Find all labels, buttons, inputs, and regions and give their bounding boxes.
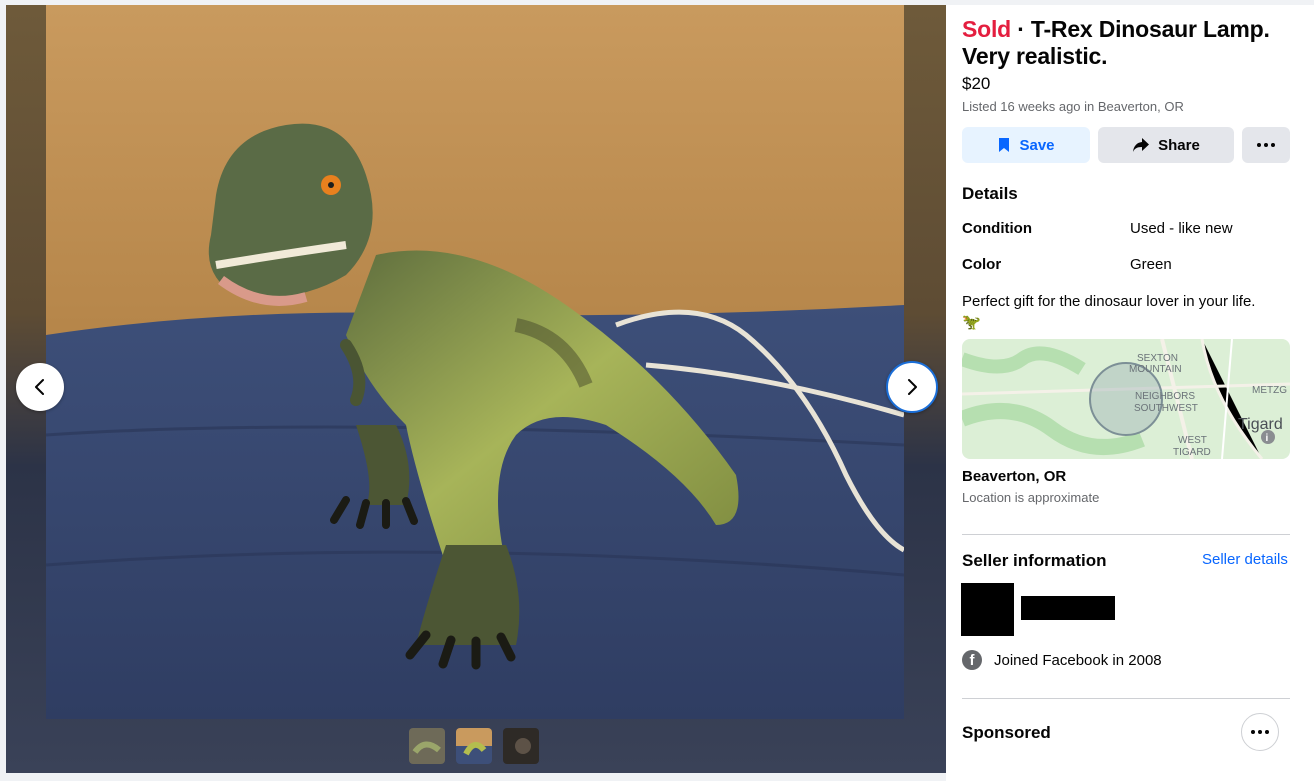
chevron-right-icon (908, 379, 917, 395)
dinosaur-emoji: 🦖 (962, 313, 981, 331)
media-viewer (6, 5, 946, 773)
save-label: Save (1019, 136, 1055, 154)
divider (962, 534, 1290, 535)
location-map[interactable]: SEXTON MOUNTAIN NEIGHBORS SOUTHWEST METZ… (962, 339, 1290, 459)
thumbnail-3[interactable] (503, 728, 539, 764)
detail-row-color: Color Green (962, 256, 1292, 273)
seller-name-redacted[interactable] (1021, 596, 1115, 620)
thumbnail-2[interactable] (456, 728, 492, 764)
bookmark-icon (999, 138, 1010, 152)
sponsored-heading: Sponsored (962, 723, 1051, 742)
sponsored-options-button[interactable] (1241, 713, 1279, 751)
photo-thumbnails (409, 728, 539, 764)
map-label: NEIGHBORS (1135, 391, 1195, 402)
detail-label: Condition (962, 220, 1032, 237)
detail-label: Color (962, 256, 1002, 273)
map-label: TIGARD (1173, 447, 1211, 458)
divider (962, 698, 1290, 699)
map-label: WEST (1178, 435, 1207, 446)
description-text: Perfect gift for the dinosaur lover in y… (962, 293, 1256, 310)
trex-photo-image (46, 5, 904, 719)
previous-photo-button[interactable] (16, 363, 64, 411)
location-name: Beaverton, OR (962, 468, 1067, 485)
title-separator: · (1011, 16, 1031, 42)
detail-row-condition: Condition Used - like new (962, 220, 1292, 237)
listing-price: $20 (962, 74, 991, 93)
map-label: METZG (1252, 385, 1287, 396)
map-label: MOUNTAIN (1129, 364, 1182, 375)
detail-value: Used - like new (1130, 220, 1233, 237)
map-label: SOUTHWEST (1134, 403, 1198, 414)
map-image: SEXTON MOUNTAIN NEIGHBORS SOUTHWEST METZ… (962, 339, 1290, 459)
details-heading: Details (962, 184, 1018, 203)
location-note: Location is approximate (962, 490, 1100, 505)
share-label: Share (1158, 136, 1200, 154)
seller-details-link[interactable]: Seller details (1202, 551, 1288, 568)
share-arrow-icon (1133, 138, 1150, 152)
listing-title: Sold · T-Rex Dinosaur Lamp. Very realist… (962, 16, 1297, 70)
listing-photo[interactable] (46, 5, 904, 719)
svg-text:i: i (1266, 433, 1269, 444)
listed-info: Listed 16 weeks ago in Beaverton, OR (962, 99, 1184, 114)
joined-facebook: f Joined Facebook in 2008 (962, 650, 1162, 670)
chevron-left-icon (35, 379, 44, 395)
seller-heading: Seller information (962, 551, 1107, 570)
map-label: SEXTON (1137, 353, 1178, 364)
listing-actions: Save Share (962, 127, 1290, 163)
save-button[interactable]: Save (962, 127, 1090, 163)
more-options-button[interactable] (1242, 127, 1290, 163)
seller-avatar-redacted[interactable] (961, 583, 1014, 636)
listing-description: Perfect gift for the dinosaur lover in y… (962, 292, 1292, 332)
next-photo-button[interactable] (886, 361, 938, 413)
share-button[interactable]: Share (1098, 127, 1234, 163)
map-label: Tigard (1238, 416, 1283, 433)
thumbnail-1[interactable] (409, 728, 445, 764)
more-dots-icon (1257, 143, 1275, 147)
facebook-icon: f (962, 650, 982, 670)
listing-details-panel: Sold · T-Rex Dinosaur Lamp. Very realist… (946, 5, 1314, 781)
more-dots-icon (1251, 730, 1269, 734)
detail-value: Green (1130, 256, 1172, 273)
joined-text: Joined Facebook in 2008 (994, 651, 1162, 669)
sold-status: Sold (962, 16, 1012, 42)
